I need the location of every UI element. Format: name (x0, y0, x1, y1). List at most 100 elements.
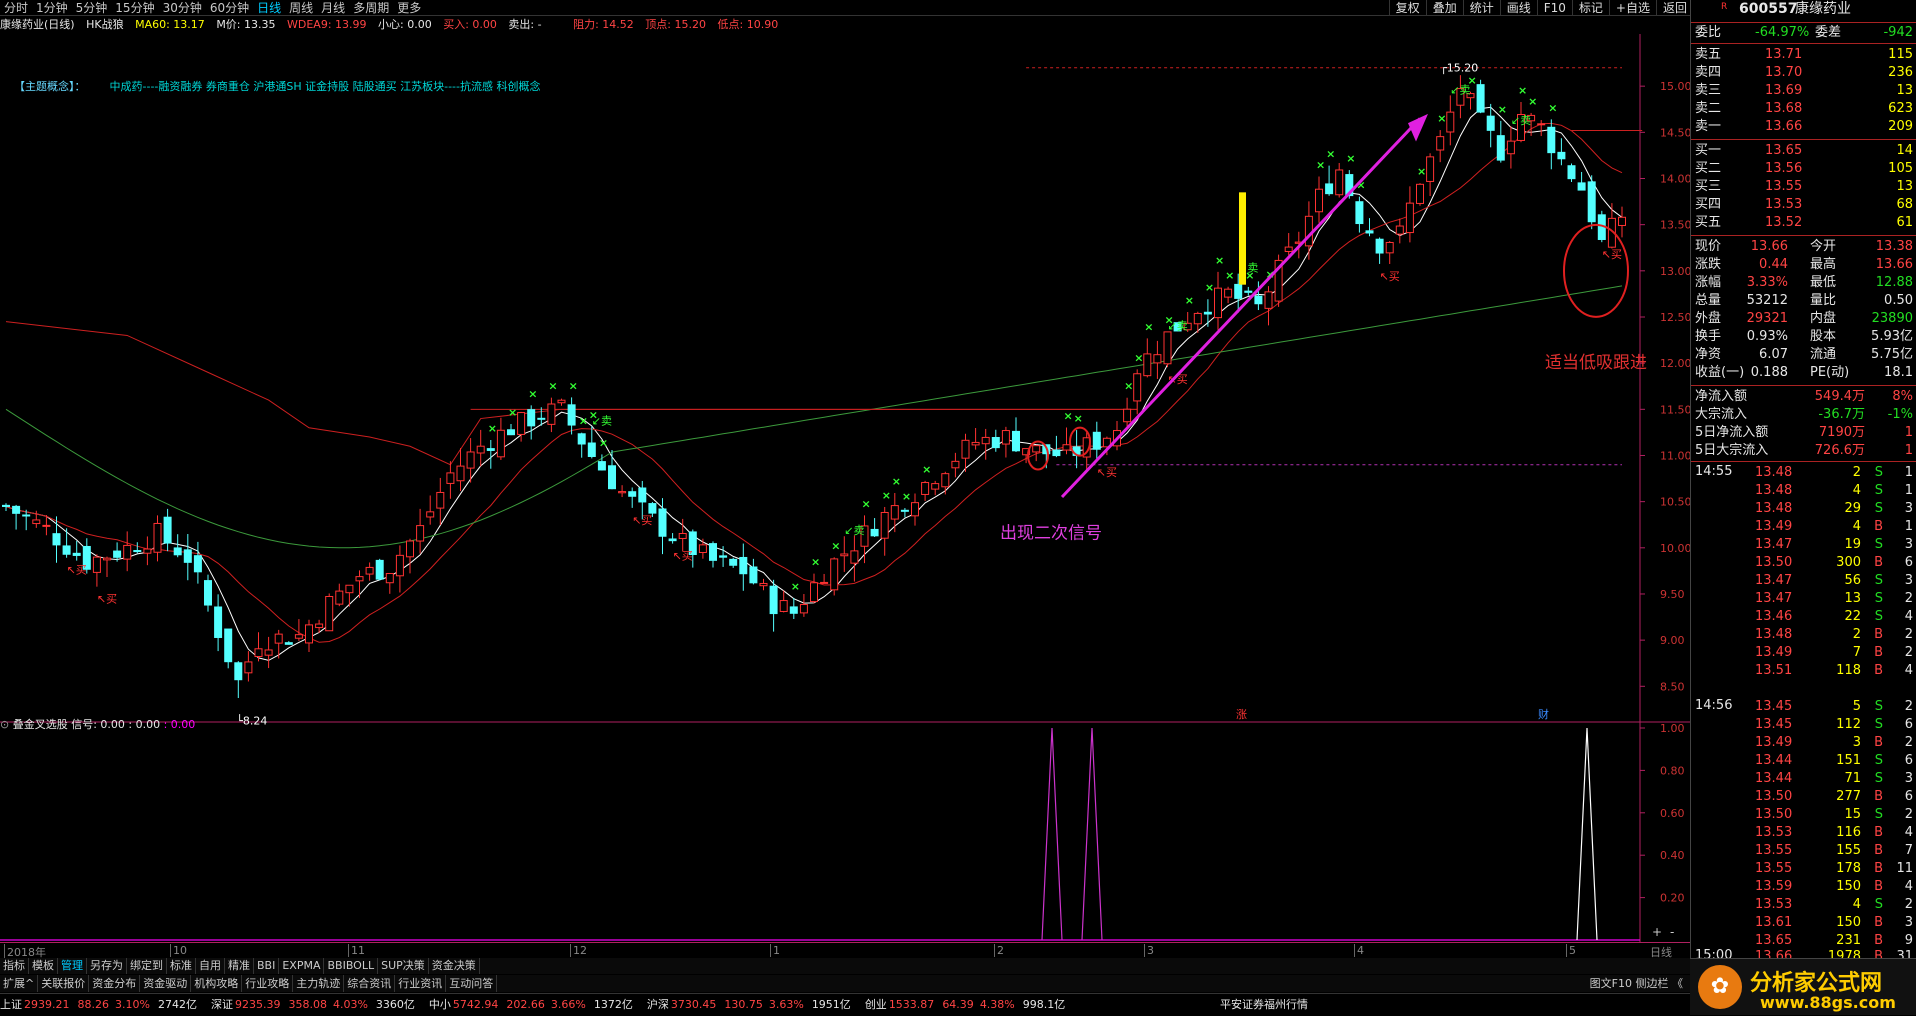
stat-label: 外盘 (1695, 311, 1722, 326)
indicator-name[interactable]: HK战狼 (86, 18, 124, 31)
tick-num: 4 (1904, 663, 1913, 678)
separator (1691, 461, 1916, 462)
tick-vol: 277 (1836, 789, 1861, 804)
tick-price: 13.47 (1755, 591, 1793, 606)
period-tab-3[interactable]: 15分钟 (111, 0, 158, 16)
tool-button-0[interactable]: 复权 (1388, 0, 1426, 16)
indicator-tab-9[interactable]: EXPMA (279, 958, 325, 974)
tick-row: 13.61 150 B 3 (1695, 914, 1913, 932)
tick-dir: B (1874, 789, 1883, 804)
candle (1203, 299, 1212, 327)
candle (820, 573, 829, 584)
period-tab-1[interactable]: 1分钟 (32, 0, 72, 16)
tool-button-2[interactable]: 统计 (1462, 0, 1500, 16)
candle-body (618, 491, 627, 494)
candle-body (92, 556, 101, 573)
r-badge-icon: R (1721, 2, 1728, 12)
bid-vol: 13 (1896, 179, 1913, 194)
feature-tab-0[interactable]: 扩展^ (0, 975, 39, 992)
index-1[interactable]: 深证 9235.39 358.08 4.03% 3360亿 (211, 994, 415, 1016)
feature-tab-9[interactable]: 互动问答 (446, 975, 498, 992)
candle-body (1163, 331, 1172, 365)
feature-tab-7[interactable]: 综合资讯 (344, 975, 396, 992)
candle (123, 531, 132, 572)
candle-body (1506, 140, 1515, 155)
indicator-tab-11[interactable]: SUP决策 (378, 958, 429, 974)
tick-row: 13.48 4 S 1 (1695, 482, 1913, 500)
tick-price: 13.51 (1755, 663, 1793, 678)
tick-price: 13.48 (1755, 627, 1793, 642)
tool-button-1[interactable]: 叠加 (1425, 0, 1463, 16)
price-tick-label: 14.00 (1660, 172, 1690, 185)
price-tick-label: 14.50 (1660, 126, 1690, 139)
indicator-tab-10[interactable]: BBIBOLL (324, 958, 379, 974)
broker-name: 平安证券福州行情 (1220, 998, 1308, 1011)
f10-sidebar-toggle[interactable]: 图文F10 侧边栏 《 (1587, 975, 1686, 992)
indicator-tab-12[interactable]: 资金决策 (429, 958, 480, 974)
indicator-tab-1[interactable]: 模板 (29, 958, 58, 974)
buy-mark: ↖买 (1097, 466, 1117, 479)
index-4[interactable]: 创业 1533.87 64.39 4.38% 998.1亿 (865, 994, 1065, 1016)
tool-button-5[interactable]: 标记 (1571, 0, 1609, 16)
x-signal-icon: × (1124, 380, 1133, 393)
candle-body (951, 460, 960, 469)
index-3[interactable]: 沪深 3730.45 130.75 3.63% 1951亿 (647, 994, 851, 1016)
tick-price: 13.59 (1755, 879, 1793, 894)
feature-tab-2[interactable]: 资金分布 (89, 975, 141, 992)
tool-button-3[interactable]: 画线 (1499, 0, 1537, 16)
date-label-3: 12 (570, 944, 587, 957)
feature-tab-4[interactable]: 机构攻略 (191, 975, 243, 992)
collapse-icon[interactable]: ⊙ (0, 718, 9, 731)
feature-tab-1[interactable]: 关联报价 (38, 975, 90, 992)
indicator-tab-7[interactable]: 精准 (225, 958, 254, 974)
tick-dir: B (1874, 915, 1883, 930)
candle-body (1012, 430, 1020, 452)
indicator-tab-2[interactable]: 管理 (58, 958, 87, 974)
period-tab-10[interactable]: 更多 (393, 0, 425, 16)
feature-tab-5[interactable]: 行业攻略 (242, 975, 294, 992)
feature-tab-8[interactable]: 行业资讯 (395, 975, 447, 992)
feature-tab-3[interactable]: 资金驱动 (140, 975, 192, 992)
feature-tab-6[interactable]: 主力轨迹 (293, 975, 345, 992)
period-tab-4[interactable]: 30分钟 (159, 0, 206, 16)
candle-body (224, 628, 233, 663)
tick-dir: S (1874, 753, 1883, 768)
indicator-panel-name[interactable]: 叠金叉选股 (13, 718, 68, 731)
period-tab-5[interactable]: 60分钟 (206, 0, 253, 16)
indicator-tab-5[interactable]: 标准 (167, 958, 196, 974)
candle (1426, 153, 1435, 197)
indicator-tab-4[interactable]: 绑定到 (127, 958, 167, 974)
period-tab-6[interactable]: 日线 (253, 0, 285, 16)
indicator-tab-3[interactable]: 另存为 (87, 958, 127, 974)
stat-label2: 今开 (1810, 239, 1837, 254)
price-tick-label: 12.50 (1660, 311, 1690, 324)
period-tab-9[interactable]: 多周期 (349, 0, 393, 16)
candle-body (1577, 182, 1586, 191)
tick-row: 13.44 71 S 3 (1695, 770, 1913, 788)
period-tab-7[interactable]: 周线 (285, 0, 317, 16)
x-signal-icon: × (1225, 269, 1234, 282)
tick-vol: 178 (1836, 861, 1861, 876)
candle-body (1416, 183, 1424, 204)
tool-button-7[interactable]: 返回 (1655, 0, 1693, 16)
candle-body (1224, 288, 1233, 298)
index-2[interactable]: 中小 5742.94 202.66 3.66% 1372亿 (429, 994, 633, 1016)
stat-row: 总量 53212 量比 0.50 (1695, 292, 1913, 310)
candle (1072, 430, 1081, 469)
period-tab-2[interactable]: 5分钟 (72, 0, 112, 16)
indicator-tab-8[interactable]: BBI (254, 958, 280, 974)
candle-body (850, 550, 859, 564)
period-tab-0[interactable]: 分时 (0, 0, 32, 16)
tool-button-6[interactable]: +自选 (1608, 0, 1656, 16)
x-signal-icon: × (528, 387, 537, 400)
index-0[interactable]: 上证 2939.21 88.26 3.10% 2742亿 (0, 994, 197, 1016)
candle-body (1062, 444, 1071, 451)
tool-button-4[interactable]: F10 (1536, 0, 1572, 16)
tick-row: 13.47 56 S 3 (1695, 572, 1913, 590)
indicator-tab-0[interactable]: 指标 (0, 958, 29, 974)
kline-chart[interactable]: 15.00 14.50 14.00 13.50 13.00 12.50 12.00 11.50… (0, 34, 1690, 942)
candle-body (2, 504, 10, 507)
flow-value: 726.6万 (1814, 443, 1865, 458)
period-tab-8[interactable]: 月线 (317, 0, 349, 16)
indicator-tab-6[interactable]: 自用 (196, 958, 225, 974)
